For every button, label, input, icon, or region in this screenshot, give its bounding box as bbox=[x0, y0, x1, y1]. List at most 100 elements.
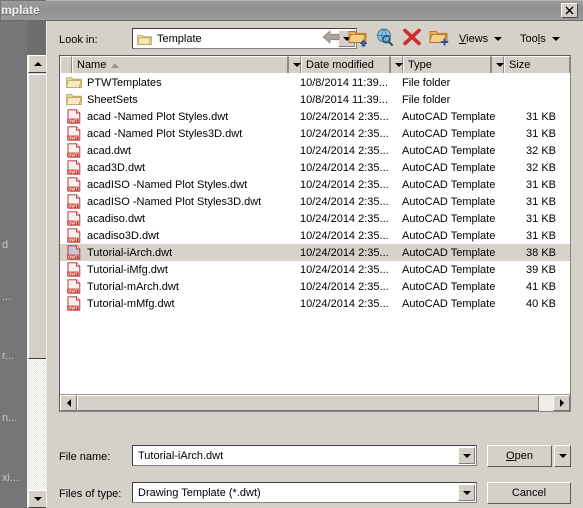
file-list-header: Name Date modified Type Size bbox=[60, 56, 570, 73]
cancel-button-label: Cancel bbox=[511, 487, 547, 499]
dwt-file-icon: DWT bbox=[67, 143, 81, 158]
hscrollbar-track[interactable] bbox=[539, 395, 553, 411]
table-row[interactable]: DWT Tutorial-iArch.dwt 10/24/2014 2:35... A… bbox=[60, 244, 570, 261]
column-header-size-label: Size bbox=[509, 59, 531, 71]
tools-menu-button[interactable]: Tools bbox=[520, 29, 560, 48]
file-name-cell: DWT acad3D.dwt bbox=[60, 160, 300, 175]
table-row[interactable]: DWT acad -Named Plot Styles.dwt 10/24/2014… bbox=[60, 108, 570, 125]
size-cell: 31 KB bbox=[526, 127, 556, 140]
date-modified-cell: 10/24/2014 2:35... bbox=[300, 144, 389, 157]
file-name-text: acadiso3D.dwt bbox=[87, 229, 160, 242]
background-vertical-scrollbar[interactable] bbox=[27, 55, 47, 508]
table-row[interactable]: DWT acadISO -Named Plot Styles.dwt 10/24/2… bbox=[60, 176, 570, 193]
table-row[interactable]: DWT acad -Named Plot Styles3D.dwt 10/24/20… bbox=[60, 125, 570, 142]
table-row[interactable]: DWT acad.dwt 10/24/2014 2:35... AutoCAD Tem… bbox=[60, 142, 570, 159]
search-web-icon bbox=[377, 28, 394, 47]
file-name-cell: DWT acadISO -Named Plot Styles3D.dwt bbox=[60, 194, 300, 209]
column-header-name[interactable]: Name bbox=[72, 56, 288, 73]
type-cell: AutoCAD Template bbox=[402, 178, 496, 191]
new-folder-icon bbox=[429, 31, 449, 46]
file-name-text: PTWTemplates bbox=[87, 76, 162, 89]
files-of-type-label: Files of type: bbox=[59, 488, 122, 500]
file-name-text: Tutorial-mMfg.dwt bbox=[87, 297, 175, 310]
triangle-down-icon bbox=[33, 497, 42, 501]
table-row[interactable]: SheetSets 10/8/2014 11:39... File folder bbox=[60, 91, 570, 108]
folder-icon bbox=[66, 94, 82, 105]
scrollbar-track[interactable] bbox=[28, 359, 47, 490]
column-header-date[interactable]: Date modified bbox=[301, 56, 390, 73]
column-header-type[interactable]: Type bbox=[403, 56, 491, 73]
file-name-cell: SheetSets bbox=[60, 92, 300, 107]
column-grip[interactable] bbox=[60, 56, 72, 73]
type-cell: File folder bbox=[402, 93, 451, 106]
background-text-fragment: ... bbox=[2, 291, 12, 303]
file-name-text: acad -Named Plot Styles3D.dwt bbox=[87, 127, 243, 140]
table-row[interactable]: DWT acad3D.dwt 10/24/2014 2:35... AutoCAD T… bbox=[60, 159, 570, 176]
cancel-button[interactable]: Cancel bbox=[487, 482, 571, 504]
dwt-file-icon: DWT bbox=[67, 160, 81, 175]
folder-icon bbox=[66, 75, 82, 90]
chevron-down-icon bbox=[462, 453, 471, 458]
background-text-fragment: d bbox=[2, 239, 9, 251]
dwt-file-icon: DWT bbox=[66, 160, 82, 175]
type-cell: AutoCAD Template bbox=[402, 246, 496, 259]
views-menu-button[interactable]: Views bbox=[459, 29, 503, 48]
table-row[interactable]: DWT acadISO -Named Plot Styles3D.dwt 10/24… bbox=[60, 193, 570, 210]
back-button[interactable] bbox=[320, 27, 344, 49]
file-name-label: File name: bbox=[59, 451, 111, 463]
dwt-file-icon: DWT bbox=[67, 279, 81, 294]
file-list-horizontal-scrollbar[interactable] bbox=[60, 394, 570, 411]
type-cell: AutoCAD Template bbox=[402, 280, 496, 293]
date-modified-cell: 10/24/2014 2:35... bbox=[300, 178, 389, 191]
table-row[interactable]: PTWTemplates 10/8/2014 11:39... File folde… bbox=[60, 74, 570, 91]
file-name-text: acadiso.dwt bbox=[87, 212, 146, 225]
file-list-rows[interactable]: PTWTemplates 10/8/2014 11:39... File folde… bbox=[60, 74, 570, 393]
type-cell: AutoCAD Template bbox=[402, 195, 496, 208]
table-row[interactable]: DWT Tutorial-mArch.dwt 10/24/2014 2:35... A… bbox=[60, 278, 570, 295]
files-of-type-combobox[interactable]: Drawing Template (*.dwt) bbox=[132, 482, 477, 503]
column-header-size[interactable]: Size bbox=[504, 56, 570, 73]
file-name-cell: PTWTemplates bbox=[60, 75, 300, 90]
date-modified-cell: 10/8/2014 11:39... bbox=[300, 76, 388, 89]
column-filter-name[interactable] bbox=[288, 56, 301, 73]
file-name-text: acadISO -Named Plot Styles3D.dwt bbox=[87, 195, 262, 208]
scrollbar-thumb[interactable] bbox=[28, 74, 47, 359]
chevron-down-icon bbox=[495, 63, 504, 67]
chevron-down-icon bbox=[558, 454, 567, 458]
file-name-cell: DWT acadiso.dwt bbox=[60, 211, 300, 226]
size-cell: 31 KB bbox=[526, 178, 556, 191]
scroll-left-button[interactable] bbox=[60, 395, 77, 411]
file-name-text: acad -Named Plot Styles.dwt bbox=[87, 110, 229, 123]
file-name-dropdown-button[interactable] bbox=[458, 447, 475, 464]
file-list-panel[interactable]: Name Date modified Type Size PTWTemplate… bbox=[59, 55, 571, 412]
open-button[interactable]: Open bbox=[487, 445, 552, 467]
file-name-text: Tutorial-iArch.dwt bbox=[87, 246, 173, 259]
dialog-titlebar[interactable]: mplate bbox=[1, 1, 583, 21]
table-row[interactable]: DWT Tutorial-iMfg.dwt 10/24/2014 2:35... Au… bbox=[60, 261, 570, 278]
scroll-down-button[interactable] bbox=[28, 490, 47, 508]
scroll-up-button[interactable] bbox=[28, 55, 47, 73]
up-one-level-button[interactable] bbox=[347, 27, 371, 49]
date-modified-cell: 10/24/2014 2:35... bbox=[300, 161, 389, 174]
files-of-type-dropdown-button[interactable] bbox=[458, 484, 475, 501]
new-folder-button[interactable] bbox=[428, 27, 452, 49]
delete-button[interactable] bbox=[401, 27, 425, 49]
table-row[interactable]: DWT acadiso.dwt 10/24/2014 2:35... AutoCAD … bbox=[60, 210, 570, 227]
files-of-type-value: Drawing Template (*.dwt) bbox=[138, 486, 261, 499]
column-filter-type[interactable] bbox=[491, 56, 504, 73]
column-filter-date[interactable] bbox=[390, 56, 403, 73]
views-menu-label: Views bbox=[459, 32, 489, 45]
search-web-button[interactable] bbox=[374, 27, 398, 49]
open-dropdown-button[interactable] bbox=[554, 445, 571, 467]
close-button[interactable] bbox=[561, 3, 578, 18]
triangle-right-icon bbox=[559, 399, 564, 407]
type-cell: AutoCAD Template bbox=[402, 161, 496, 174]
date-modified-cell: 10/24/2014 2:35... bbox=[300, 127, 389, 140]
table-row[interactable]: DWT Tutorial-mMfg.dwt 10/24/2014 2:35... Au… bbox=[60, 295, 570, 312]
dwt-file-icon: DWT bbox=[66, 245, 82, 260]
look-in-label: Look in: bbox=[59, 34, 98, 46]
file-name-combobox[interactable]: Tutorial-iArch.dwt bbox=[132, 445, 477, 466]
scroll-right-button[interactable] bbox=[553, 395, 570, 411]
table-row[interactable]: DWT acadiso3D.dwt 10/24/2014 2:35... AutoCA… bbox=[60, 227, 570, 244]
hscrollbar-thumb[interactable] bbox=[77, 395, 539, 411]
